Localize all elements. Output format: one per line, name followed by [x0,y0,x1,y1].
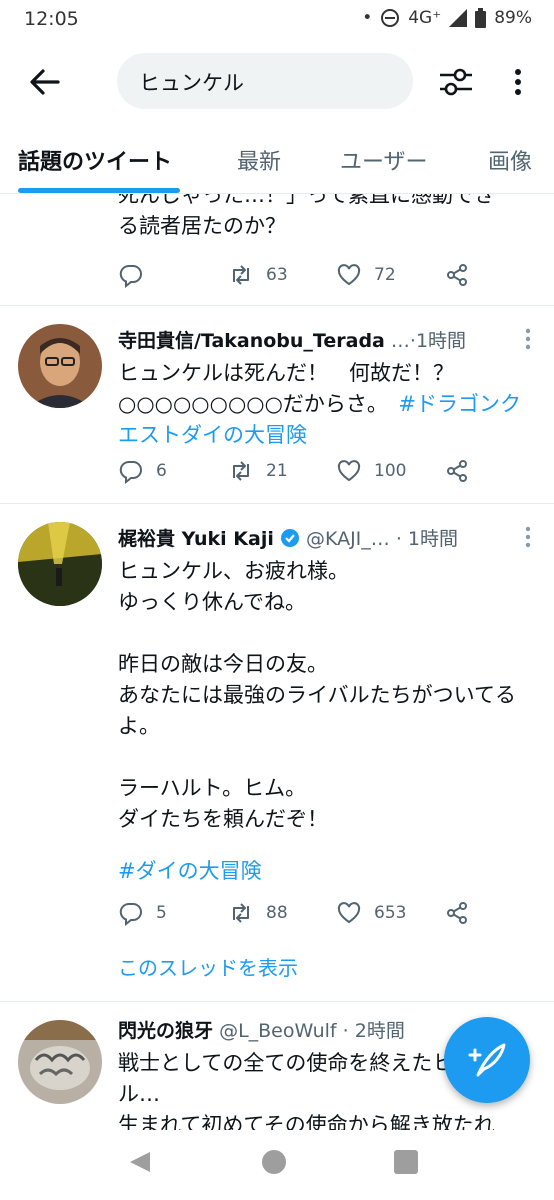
avatar[interactable] [18,324,102,408]
tweet-text: ヒュンケルは死んだ！ 何故だ！？ ○○○○○○○○○だからさ。 #ドラゴンクエス… [118,358,538,451]
tweet-actions: 6 21 100 [118,458,538,488]
retweet-count: 88 [266,903,288,923]
tweet-text: ヒュンケル、お疲れ様。 ゆっくり休んでね。 昨日の敵は今日の友。 あなたには最強… [118,559,516,831]
reply-count: 5 [156,903,167,923]
tweet-actions: 63 72 [118,262,538,292]
tab-users[interactable]: ユーザー [340,144,428,176]
retweet-icon [233,903,249,923]
more-vert-icon[interactable] [506,62,530,102]
battery-label: 89% [494,8,532,28]
retweet-button[interactable]: 21 [228,458,288,484]
signal-icon [449,9,468,27]
nav-recents-icon[interactable] [394,1150,418,1174]
system-nav-bar [0,1130,554,1200]
show-thread-link[interactable]: このスレッドを表示 [118,952,298,981]
timestamp: 1時間 [407,528,459,550]
status-right: • 4G⁺ 89% [362,8,532,28]
reply-button[interactable] [118,262,156,288]
handle: @L_BeoWulf [219,1020,337,1042]
reply-icon [119,460,142,484]
search-tabs: 話題のツイート 最新 ユーザー 画像 [0,122,554,194]
compose-icon [468,1043,506,1077]
nav-home-icon[interactable] [262,1150,286,1174]
avatar[interactable] [18,522,102,606]
tweet-text: 死んじゃった…！」って素直に感動でき る読者居たのか？ [118,194,495,238]
tweet-card[interactable]: 死んじゃった…！」って素直に感動でき る読者居たのか？ 63 72 [0,194,554,306]
search-header: ヒュンケル [0,40,554,122]
like-count: 100 [374,461,407,481]
retweet-button[interactable]: 88 [228,900,288,926]
share-button[interactable] [444,458,470,484]
battery-icon [475,8,487,28]
handle: @KAJI_… [305,528,390,550]
reply-icon [119,902,142,926]
tweet-header: 寺田貴信/Takanobu_Terada …·1時間 [118,330,467,352]
like-count: 72 [374,265,396,285]
share-button[interactable] [444,900,470,926]
search-query: ヒュンケル [139,71,244,95]
display-name[interactable]: 寺田貴信/Takanobu_Terada [118,330,385,352]
like-button[interactable]: 653 [336,900,406,926]
back-arrow-icon[interactable] [24,62,64,102]
tab-latest[interactable]: 最新 [237,144,281,176]
reply-button[interactable]: 5 [118,900,167,926]
tweet-actions: 5 88 653 [118,900,538,930]
status-bar: 12:05 • 4G⁺ 89% [0,0,554,40]
handle: … [390,330,410,352]
more-options-icon[interactable] [520,524,536,550]
tweet-header: 梶裕貴 Yuki Kaji @KAJI_… · 1時間 [118,528,459,550]
network-label: 4G⁺ [408,8,442,28]
verified-icon [280,529,299,547]
dot-icon: • [362,8,373,28]
like-icon [337,902,361,924]
hashtag-link[interactable]: #ダイの大冒険 [118,856,538,887]
filter-icon[interactable] [436,62,476,102]
display-name[interactable]: 梶裕貴 Yuki Kaji [118,528,274,550]
tweet-feed[interactable]: 死んじゃった…！」って素直に感動でき る読者居たのか？ 63 72 寺田貴信/T… [0,194,554,1130]
share-icon [447,902,467,924]
reply-button[interactable]: 6 [118,458,167,484]
retweet-count: 63 [266,265,288,285]
avatar[interactable] [18,1020,102,1104]
more-options-icon[interactable] [520,326,536,352]
dnd-icon [381,9,400,27]
tab-top[interactable]: 話題のツイート [18,144,172,176]
tweet-card[interactable]: 寺田貴信/Takanobu_Terada …·1時間 ヒュンケルは死んだ！ 何故… [0,306,554,504]
reply-count: 6 [156,461,167,481]
tab-images[interactable]: 画像 [488,144,532,176]
nav-back-icon[interactable] [128,1150,152,1174]
retweet-icon [233,461,249,481]
tab-active-indicator [18,188,180,193]
tweet-card[interactable]: 梶裕貴 Yuki Kaji @KAJI_… · 1時間 ヒュンケル、お疲れ様。 … [0,504,554,1002]
timestamp: 1時間 [415,330,467,352]
like-button[interactable]: 72 [336,262,396,288]
status-time: 12:05 [24,8,79,30]
compose-button[interactable] [444,1017,530,1103]
share-icon [447,460,467,482]
reply-icon [119,264,142,288]
share-button[interactable] [444,262,470,288]
display-name[interactable]: 閃光の狼牙 [118,1020,213,1042]
search-input[interactable]: ヒュンケル [117,53,413,109]
like-count: 653 [374,903,407,923]
retweet-count: 21 [266,461,288,481]
like-button[interactable]: 100 [336,458,406,484]
share-icon [447,264,467,286]
timestamp: 2時間 [354,1020,405,1042]
like-icon [337,460,361,482]
retweet-icon [233,265,249,285]
like-icon [337,264,361,286]
retweet-button[interactable]: 63 [228,262,288,288]
